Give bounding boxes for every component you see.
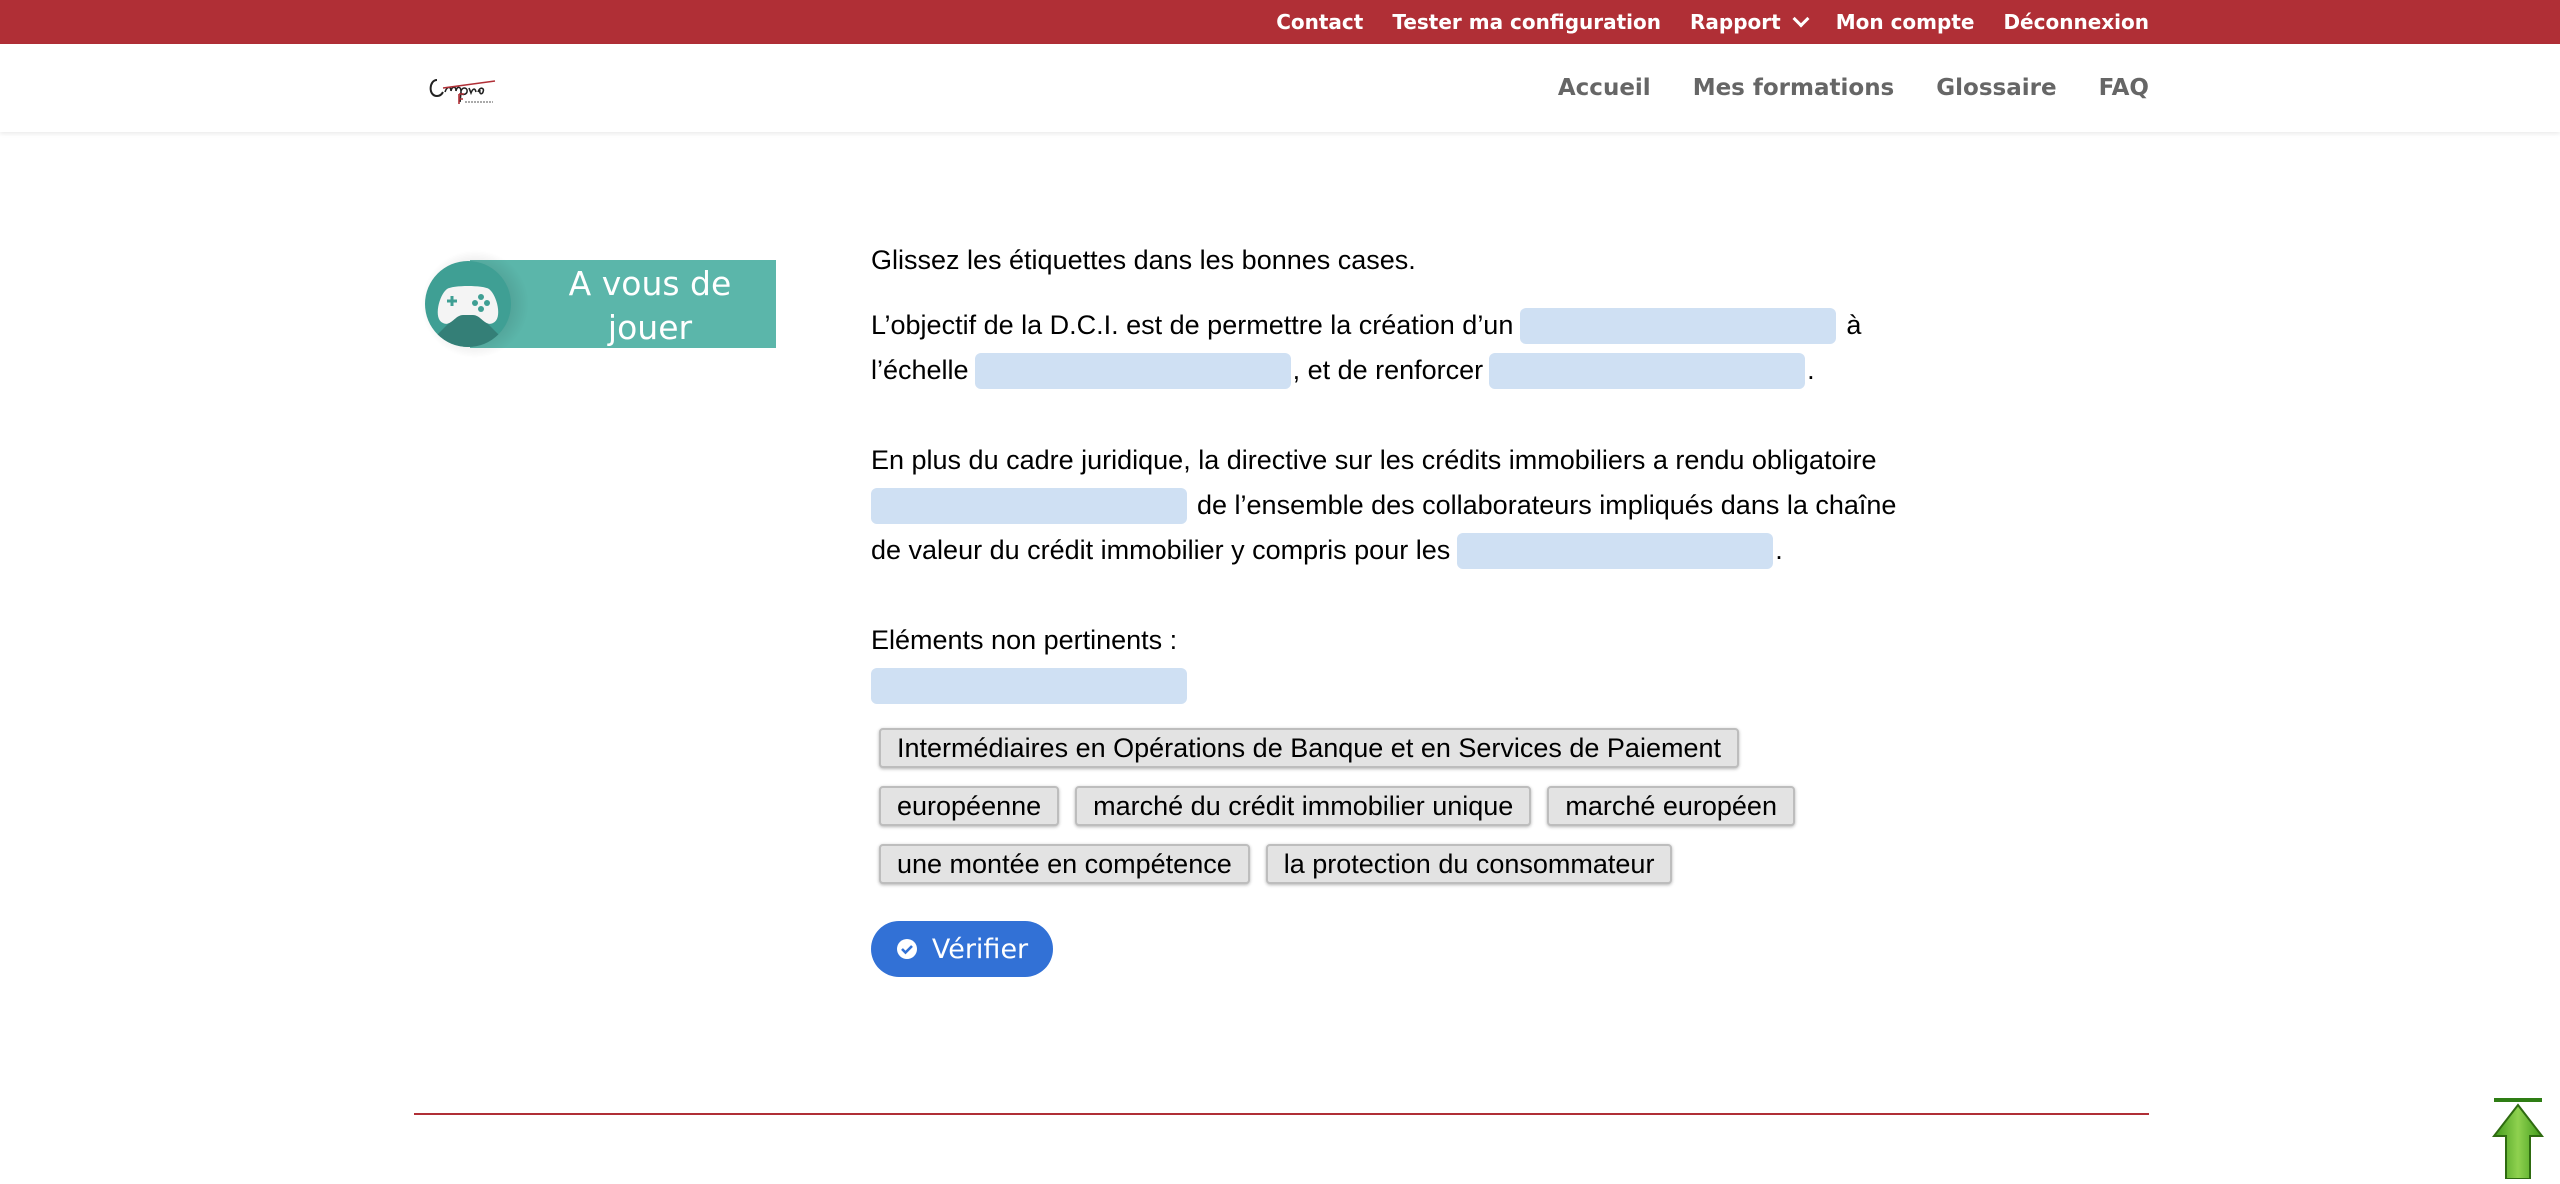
nav-mes-formations[interactable]: Mes formations	[1693, 75, 1895, 101]
paragraph-2: En plus du cadre juridique, la directive…	[871, 438, 1896, 573]
p1-text-c: l’échelle	[871, 355, 969, 385]
badge-text-line2: jouer	[607, 308, 693, 347]
p2-text-c: de valeur du crédit immobilier y compris…	[871, 535, 1451, 565]
paragraph-1: L’objectif de la D.C.I. est de permettre…	[871, 303, 1861, 393]
drop-zone-3[interactable]	[1489, 352, 1806, 389]
check-circle-icon	[896, 939, 917, 959]
chip-row-2: européenne marché du crédit immobilier u…	[879, 786, 1795, 826]
chip-row-3: une montée en compétence la protection d…	[879, 844, 1795, 884]
exercise-instruction: Glissez les étiquettes dans les bonnes c…	[871, 245, 1416, 275]
chevron-down-icon	[1792, 10, 1810, 28]
gamepad-icon	[437, 286, 499, 324]
irrelevant-drop-line	[871, 663, 1193, 708]
main-nav: Accueil Mes formations Glossaire FAQ	[1558, 44, 2149, 132]
verify-button[interactable]: Vérifier	[871, 921, 1053, 977]
arrow-up-icon	[2491, 1098, 2545, 1180]
drop-zone-2[interactable]	[974, 352, 1291, 389]
nav-accueil[interactable]: Accueil	[1558, 75, 1651, 101]
draggable-label[interactable]: la protection du consommateur	[1265, 844, 1673, 884]
label-chips: Intermédiaires en Opérations de Banque e…	[879, 728, 1795, 902]
p2-text-a: En plus du cadre juridique, la directive…	[871, 445, 1877, 475]
paragraph-2-line-2: de l’ensemble des collaborateurs impliqu…	[871, 483, 1896, 528]
draggable-label[interactable]: européenne	[879, 786, 1060, 826]
paragraph-2-line-1: En plus du cadre juridique, la directive…	[871, 438, 1896, 483]
p2-text-d: .	[1775, 535, 1783, 565]
footer-divider	[414, 1113, 2149, 1115]
paragraph-1-line-2: l’échelle , et de renforcer .	[871, 348, 1861, 393]
drop-zone-irrelevant[interactable]	[871, 667, 1187, 704]
drop-zone-5[interactable]	[1457, 532, 1774, 569]
top-nav-rapport[interactable]: Rapport	[1690, 10, 1810, 34]
top-nav-deconnexion[interactable]: Déconnexion	[2003, 10, 2149, 34]
top-nav: Contact Tester ma configuration Rapport …	[1276, 0, 2149, 44]
badge-circle	[425, 261, 511, 347]
nav-glossaire[interactable]: Glossaire	[1936, 75, 2056, 101]
paragraph-2-line-3: de valeur du crédit immobilier y compris…	[871, 528, 1896, 573]
drop-zone-1[interactable]	[1520, 307, 1837, 344]
badge-text: A vous de jouer	[530, 262, 770, 350]
site-logo[interactable]	[425, 66, 500, 110]
paragraph-1-line-1: L’objectif de la D.C.I. est de permettre…	[871, 303, 1861, 348]
p1-text-a: L’objectif de la D.C.I. est de permettre…	[871, 310, 1514, 340]
nav-faq[interactable]: FAQ	[2099, 75, 2149, 101]
verify-button-label: Vérifier	[931, 933, 1029, 965]
top-nav-rapport-label: Rapport	[1690, 10, 1781, 34]
a-vous-de-jouer-badge: A vous de jouer	[420, 250, 776, 358]
chip-row-1: Intermédiaires en Opérations de Banque e…	[879, 728, 1795, 768]
p1-text-b: à	[1846, 310, 1862, 340]
irrelevant-label: Eléments non pertinents :	[871, 625, 1178, 655]
p1-text-d: , et de renforcer	[1292, 355, 1484, 385]
irrelevant-section: Eléments non pertinents :	[871, 618, 1193, 708]
p2-text-b: de l’ensemble des collaborateurs impliqu…	[1197, 490, 1897, 520]
top-nav-tester[interactable]: Tester ma configuration	[1392, 10, 1661, 34]
badge-text-line1: A vous de	[568, 264, 732, 303]
top-nav-contact[interactable]: Contact	[1276, 10, 1363, 34]
draggable-label[interactable]: Intermédiaires en Opérations de Banque e…	[879, 728, 1739, 768]
main-header: Accueil Mes formations Glossaire FAQ	[0, 44, 2560, 132]
draggable-label[interactable]: une montée en compétence	[879, 844, 1250, 884]
top-bar: Contact Tester ma configuration Rapport …	[0, 0, 2560, 44]
p1-text-e: .	[1807, 355, 1815, 385]
draggable-label[interactable]: marché du crédit immobilier unique	[1075, 786, 1532, 826]
draggable-label[interactable]: marché européen	[1547, 786, 1795, 826]
scroll-to-top-button[interactable]	[2491, 1098, 2545, 1180]
top-nav-mon-compte[interactable]: Mon compte	[1836, 10, 1975, 34]
drop-zone-4[interactable]	[871, 487, 1187, 524]
